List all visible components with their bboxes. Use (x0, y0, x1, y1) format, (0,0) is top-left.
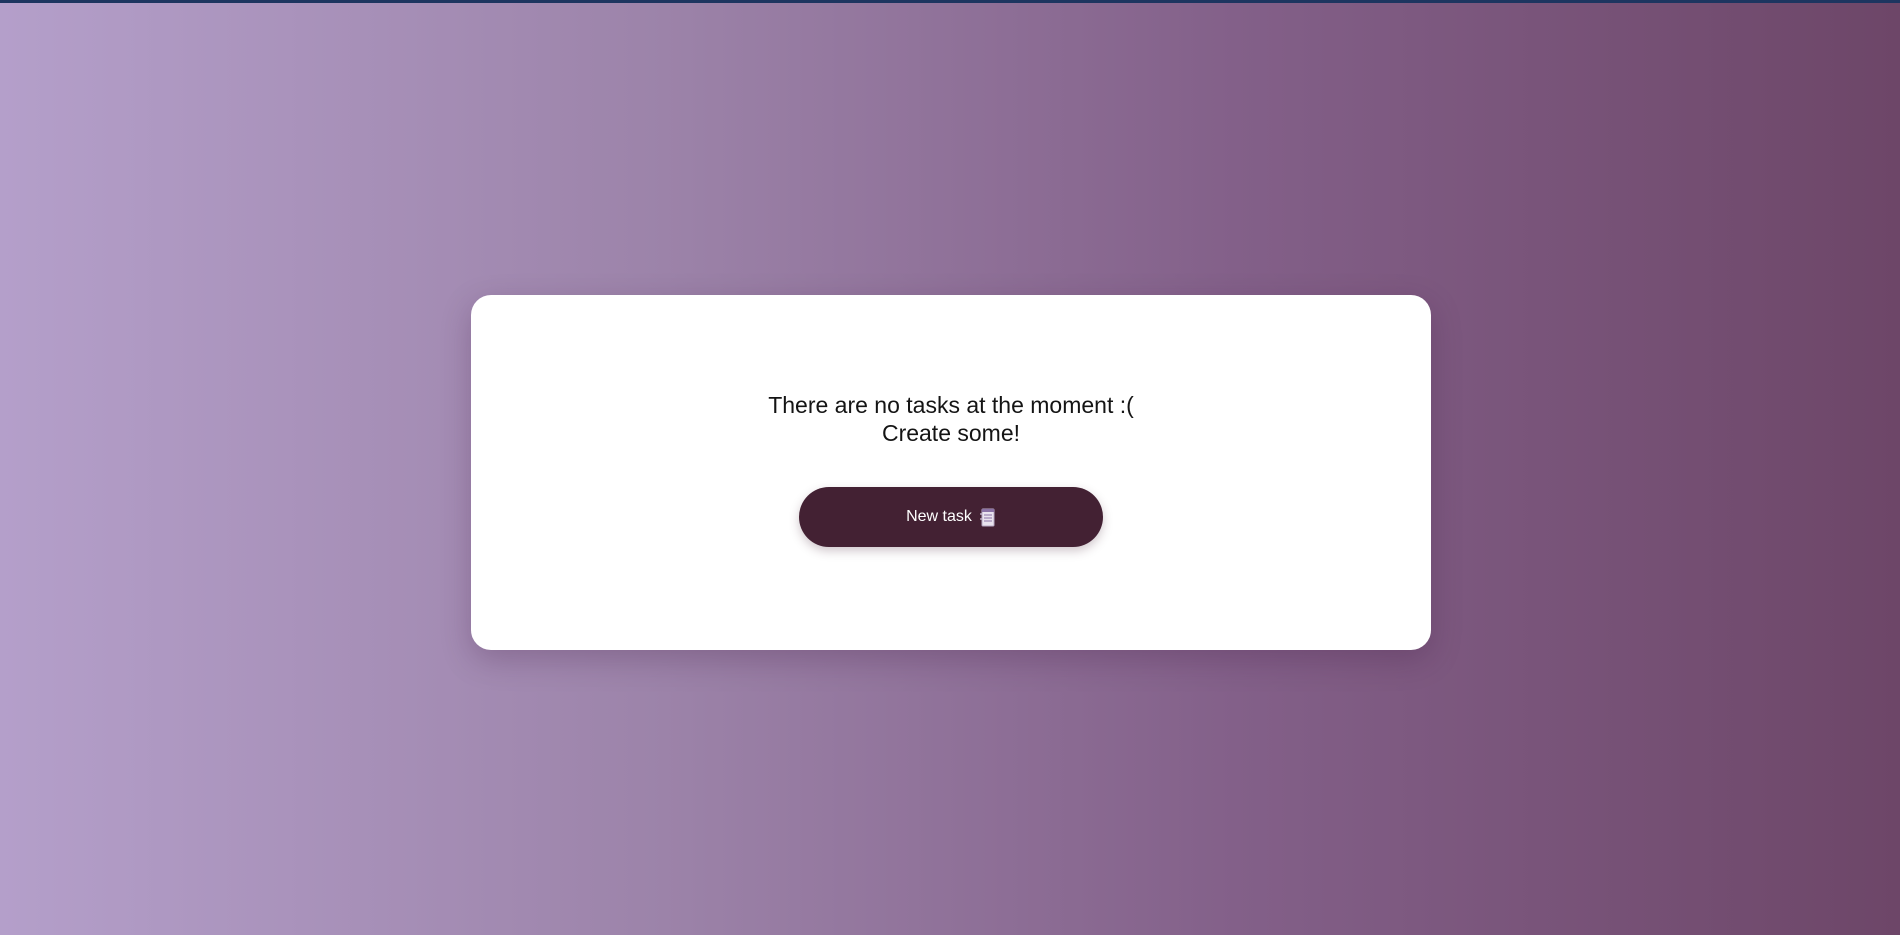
notepad-icon (979, 508, 995, 526)
empty-state-card: There are no tasks at the moment :( Crea… (471, 295, 1431, 650)
new-task-button[interactable]: New task (799, 486, 1103, 547)
empty-state-line-2: Create some! (881, 419, 1021, 446)
empty-state-line-1: There are no tasks at the moment :( (768, 391, 1134, 418)
new-task-label: New task (906, 507, 972, 525)
empty-state-message: There are no tasks at the moment :( Crea… (768, 391, 1134, 447)
top-bar (0, 0, 1900, 3)
